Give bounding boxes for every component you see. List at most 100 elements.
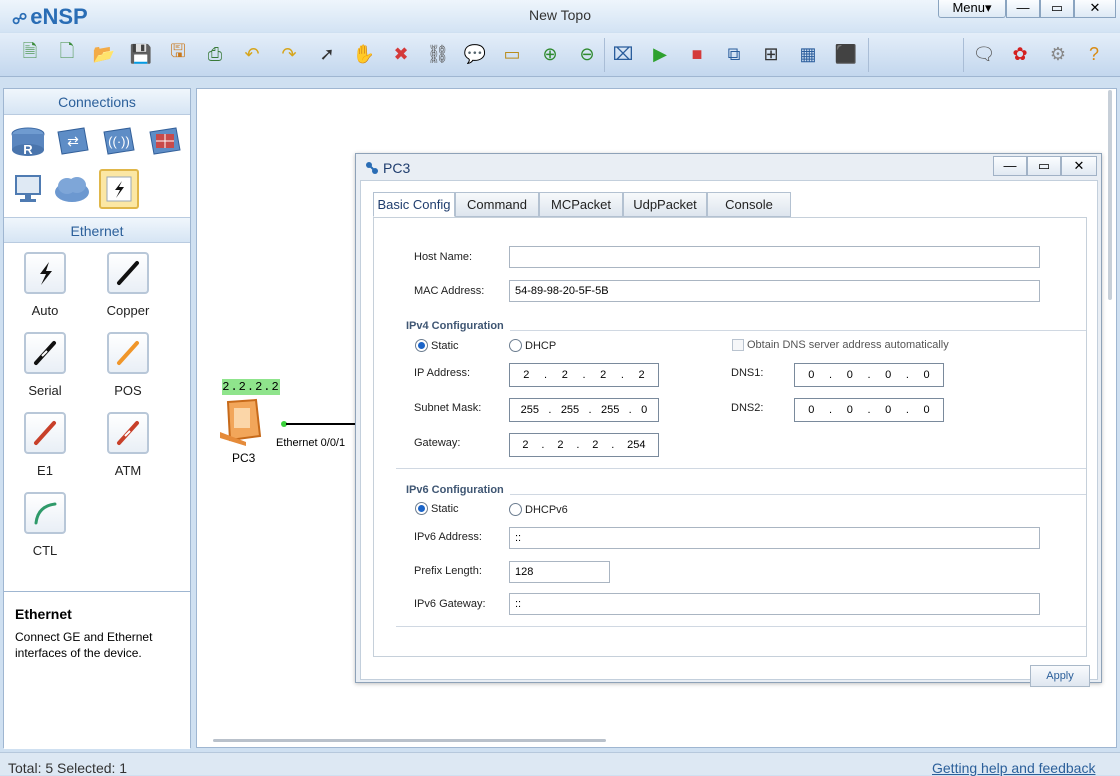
- save-as-icon[interactable]: 🖫: [164, 40, 192, 68]
- pc-icon[interactable]: [9, 171, 47, 207]
- connection-icon[interactable]: [99, 169, 139, 209]
- basic-config-panel: Host Name: MAC Address: 54-89-98-20-5F-5…: [373, 217, 1087, 657]
- huawei-icon[interactable]: ✿: [1006, 40, 1034, 68]
- ip-address-input[interactable]: 2.2.2.2: [509, 363, 659, 387]
- dns-auto-checkbox[interactable]: [732, 339, 744, 351]
- ipv6-static-radio[interactable]: [415, 502, 428, 515]
- host-name-input[interactable]: [509, 246, 1040, 268]
- cloud-icon[interactable]: [53, 171, 91, 207]
- ethernet-header[interactable]: Ethernet: [4, 217, 190, 243]
- text-icon[interactable]: 💬: [461, 40, 489, 68]
- cable-atm-icon[interactable]: [107, 412, 149, 454]
- zoom-in-icon[interactable]: ⊕: [536, 40, 564, 68]
- new-topo-icon[interactable]: 🗎: [16, 40, 44, 68]
- tab-command[interactable]: Command: [455, 192, 539, 217]
- dns-auto-label: Obtain DNS server address automatically: [747, 339, 949, 351]
- help-icon[interactable]: ?: [1080, 40, 1108, 68]
- dialog-close-button[interactable]: ✕: [1061, 156, 1097, 176]
- firewall-icon[interactable]: [145, 123, 183, 159]
- gateway-input[interactable]: 2. 2. 2. 254: [509, 433, 659, 457]
- zoom-out-icon[interactable]: ⊖: [573, 40, 601, 68]
- settings-icon[interactable]: ⚙: [1044, 40, 1072, 68]
- screen-icon[interactable]: ⬛: [832, 40, 860, 68]
- apply-button[interactable]: Apply: [1030, 665, 1090, 687]
- ipv6-address-label: IPv6 Address:: [414, 531, 482, 543]
- tab-udppacket[interactable]: UdpPacket: [623, 192, 707, 217]
- save-icon[interactable]: 💾: [127, 40, 155, 68]
- delete-icon[interactable]: ✖: [387, 40, 415, 68]
- cable-pos-label: POS: [114, 383, 142, 398]
- cable-serial-icon[interactable]: [24, 332, 66, 374]
- ipv4-group-bottom: [396, 468, 1086, 469]
- ipv4-dhcp-label: DHCP: [525, 340, 557, 352]
- fit-icon[interactable]: ⌧: [609, 40, 637, 68]
- cable-ctl-icon[interactable]: [24, 492, 66, 534]
- switch-icon[interactable]: ⇄: [53, 123, 91, 159]
- topology-icon[interactable]: ⊞: [757, 40, 785, 68]
- title-bar: ☍ eNSP New Topo Menu▾ — ▭ ✕: [0, 0, 1120, 32]
- svg-text:R: R: [23, 142, 33, 157]
- menu-button[interactable]: Menu▾: [938, 0, 1006, 18]
- tab-mcpacket[interactable]: MCPacket: [539, 192, 623, 217]
- dns2-label: DNS2:: [731, 402, 764, 414]
- cable-auto-label: Auto: [31, 303, 59, 318]
- dns1-input[interactable]: 0.0.0.0: [794, 363, 944, 387]
- cable-auto-icon[interactable]: [24, 252, 66, 294]
- port-label: Ethernet 0/0/1: [276, 437, 346, 449]
- prefix-length-label: Prefix Length:: [414, 565, 482, 577]
- cable-pos-icon[interactable]: [107, 332, 149, 374]
- select-icon[interactable]: ➚: [313, 40, 341, 68]
- hand-icon[interactable]: ✋: [350, 40, 378, 68]
- start-icon[interactable]: ▶: [646, 40, 674, 68]
- ipv4-dhcp-radio[interactable]: [509, 339, 522, 352]
- minimize-button[interactable]: —: [1006, 0, 1040, 18]
- mac-address-input[interactable]: 54-89-98-20-5F-5B: [509, 280, 1040, 302]
- connections-header[interactable]: Connections: [4, 89, 190, 115]
- redo-icon[interactable]: ↷: [275, 40, 303, 68]
- prefix-length-input[interactable]: 128: [509, 561, 610, 583]
- status-text: Total: 5 Selected: 1: [8, 760, 128, 776]
- dialog-minimize-button[interactable]: —: [993, 156, 1027, 176]
- toolbar-separator: [868, 38, 869, 72]
- dialog-title: PC3: [383, 160, 411, 176]
- vertical-scrollbar[interactable]: [1108, 90, 1112, 300]
- maximize-button[interactable]: ▭: [1040, 0, 1074, 18]
- cable-e1-icon[interactable]: [24, 412, 66, 454]
- stop-icon[interactable]: ■: [683, 40, 711, 68]
- dialog-maximize-button[interactable]: ▭: [1027, 156, 1061, 176]
- ipv4-static-radio[interactable]: [415, 339, 428, 352]
- svg-text:⇄: ⇄: [67, 133, 79, 149]
- delete-link-icon[interactable]: ⛓: [424, 40, 452, 68]
- cable-copper-icon[interactable]: [107, 252, 149, 294]
- undo-icon[interactable]: ↶: [238, 40, 266, 68]
- tab-console[interactable]: Console: [707, 192, 791, 217]
- router-icon[interactable]: R: [9, 123, 47, 159]
- ipv6-gateway-input[interactable]: ::: [509, 593, 1040, 615]
- ipv6-group-title: IPv6 Configuration: [406, 484, 504, 496]
- close-button[interactable]: ✕: [1074, 0, 1116, 18]
- ipv6-dhcpv6-radio[interactable]: [509, 503, 522, 516]
- subnet-mask-input[interactable]: 255. 255. 255. 0: [509, 398, 659, 422]
- toolbar-separator: [963, 38, 964, 72]
- status-bar: Total: 5 Selected: 1 Getting help and fe…: [0, 752, 1120, 776]
- wlan-icon[interactable]: ((·)): [99, 123, 137, 159]
- dialog-body: Basic Config Command MCPacket UdpPacket …: [360, 180, 1098, 687]
- tab-basic-config[interactable]: Basic Config: [373, 192, 455, 217]
- chat-icon[interactable]: 🗨: [970, 40, 998, 68]
- open-icon[interactable]: 📂: [90, 40, 118, 68]
- pc3-device-icon[interactable]: [220, 398, 262, 446]
- print-icon[interactable]: ⎙: [201, 40, 229, 68]
- rect-icon[interactable]: ▭: [498, 40, 526, 68]
- horizontal-scrollbar[interactable]: [213, 739, 606, 742]
- cable-atm-label: ATM: [114, 463, 142, 478]
- subnet-mask-label: Subnet Mask:: [414, 402, 482, 414]
- info-title: Ethernet: [15, 606, 72, 622]
- svg-text:((·)): ((·)): [108, 134, 130, 149]
- table-icon[interactable]: ▦: [794, 40, 822, 68]
- dns2-input[interactable]: 0.0.0.0: [794, 398, 944, 422]
- help-link[interactable]: Getting help and feedback: [932, 760, 1095, 776]
- capture-icon[interactable]: ⧉: [720, 40, 748, 68]
- ipv6-address-input[interactable]: ::: [509, 527, 1040, 549]
- cable-e1-label: E1: [37, 463, 53, 478]
- new-blank-icon[interactable]: 🗋: [53, 40, 81, 68]
